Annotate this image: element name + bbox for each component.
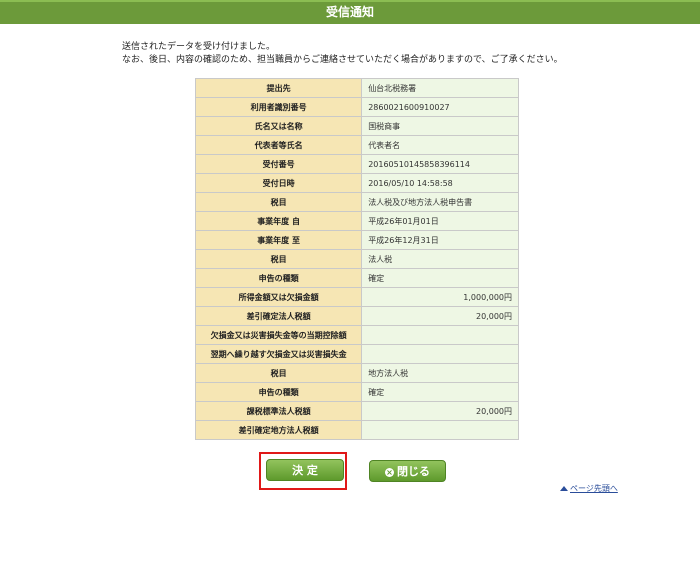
row-value — [361, 420, 519, 440]
table-row: 差引確定地方法人税額 — [194, 420, 519, 440]
row-value: 代表者名 — [361, 135, 519, 155]
table-row: 申告の種類 確定 — [194, 268, 519, 288]
arrow-up-icon — [560, 486, 568, 491]
table-row: 差引確定法人税額 20,000円 — [194, 306, 519, 326]
message-line-2: なお、後日、内容の確認のため、担当職員からご連絡させていただく場合がありますので… — [122, 55, 563, 65]
row-value: 1,000,000円 — [361, 287, 519, 307]
row-label: 欠損金又は災害損失金等の当期控除額 — [194, 325, 363, 345]
close-button[interactable]: × 閉じる — [369, 460, 446, 482]
row-label: 所得金額又は欠損金額 — [194, 287, 363, 307]
row-value: 2860021600910027 — [361, 97, 519, 117]
table-row: 受付番号 20160510145858396114 — [194, 154, 519, 174]
row-value: 平成26年12月31日 — [361, 230, 519, 250]
row-label: 事業年度 至 — [194, 230, 363, 250]
window-title: 受信通知 — [325, 5, 374, 19]
row-label: 課税標準法人税額 — [194, 401, 363, 421]
decide-button[interactable]: 決 定 — [266, 459, 344, 481]
row-label: 翌期へ繰り越す欠損金又は災害損失金 — [194, 344, 363, 364]
row-label: 税目 — [194, 363, 363, 383]
table-row: 申告の種類 確定 — [194, 382, 519, 402]
row-value: 平成26年01月01日 — [361, 211, 519, 231]
row-label: 受付日時 — [194, 173, 363, 193]
close-circle-icon: × — [385, 467, 394, 477]
row-value: 20160510145858396114 — [361, 154, 519, 174]
table-row: 税目 地方法人税 — [194, 363, 519, 383]
table-row: 受付日時 2016/05/10 14:58:58 — [194, 173, 519, 193]
table-row: 利用者識別番号 2860021600910027 — [194, 97, 519, 117]
row-label: 申告の種類 — [194, 268, 363, 288]
row-value — [361, 325, 519, 345]
table-row: 事業年度 自平成26年01月01日 — [194, 211, 519, 231]
table-row: 税目 法人税 — [194, 249, 519, 269]
table-row: 代表者等氏名 代表者名 — [194, 135, 519, 155]
row-label: 事業年度 自 — [194, 211, 363, 231]
table-row: 税目 法人税及び地方法人税申告書 — [194, 192, 519, 212]
row-label: 申告の種類 — [194, 382, 363, 402]
row-value: 2016/05/10 14:58:58 — [361, 173, 519, 193]
row-value: 仙台北税務署 — [361, 78, 519, 98]
row-label: 代表者等氏名 — [194, 135, 363, 155]
row-label: 提出先 — [194, 78, 363, 98]
row-label: 氏名又は名称 — [194, 116, 363, 136]
row-value: 地方法人税 — [361, 363, 519, 383]
confirmation-message: 送信されたデータを受け付けました。 なお、後日、内容の確認のため、担当職員からご… — [122, 41, 563, 67]
message-line-1: 送信されたデータを受け付けました。 — [122, 42, 276, 52]
table-row: 翌期へ繰り越す欠損金又は災害損失金 — [194, 344, 519, 364]
receipt-details-table: 提出先 仙台北税務署 利用者識別番号 2860021600910027 氏名又は名称 国税… — [194, 78, 519, 440]
row-value: 確定 — [361, 268, 519, 288]
table-row: 所得金額又は欠損金額 1,000,000円 — [194, 287, 519, 307]
row-label: 税目 — [194, 249, 363, 269]
row-label: 利用者識別番号 — [194, 97, 363, 117]
row-value: 法人税 — [361, 249, 519, 269]
row-value: 20,000円 — [361, 401, 519, 421]
row-value: 法人税及び地方法人税申告書 — [361, 192, 519, 212]
close-button-label: 閉じる — [397, 465, 430, 478]
table-row: 氏名又は名称 国税商事 — [194, 116, 519, 136]
table-row: 事業年度 至平成26年12月31日 — [194, 230, 519, 250]
window-title-bar: 受信通知 — [0, 0, 700, 24]
row-value: 20,000円 — [361, 306, 519, 326]
row-label: 受付番号 — [194, 154, 363, 174]
page-top-label: ページ先頭へ — [570, 484, 618, 493]
row-value: 確定 — [361, 382, 519, 402]
row-label: 差引確定法人税額 — [194, 306, 363, 326]
table-row: 提出先 仙台北税務署 — [194, 78, 519, 98]
row-label: 差引確定地方法人税額 — [194, 420, 363, 440]
row-label: 税目 — [194, 192, 363, 212]
table-row: 課税標準法人税額 20,000円 — [194, 401, 519, 421]
row-value — [361, 344, 519, 364]
page-top-link[interactable]: ページ先頭へ — [560, 483, 618, 494]
table-row: 欠損金又は災害損失金等の当期控除額 — [194, 325, 519, 345]
row-value: 国税商事 — [361, 116, 519, 136]
